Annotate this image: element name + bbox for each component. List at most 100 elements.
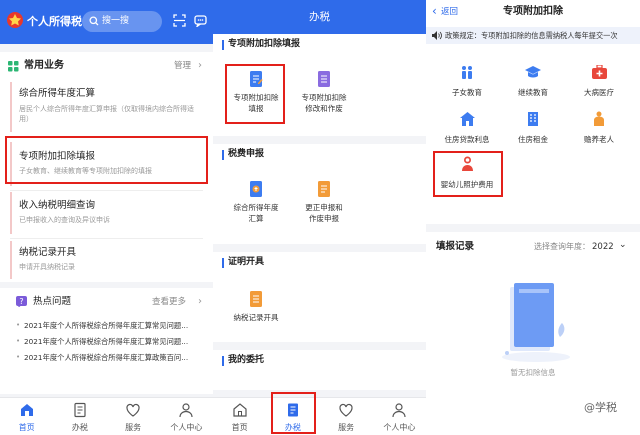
hot-question-item[interactable]: • 2021年度个人所得税综合所得年度汇算政策百问... [16,351,206,365]
grid-item-children-education[interactable]: 子女教育 [432,64,502,98]
heart-icon [126,403,140,417]
correct-filing-button[interactable]: 更正申报和 作废申报 [293,180,355,224]
tab-profile[interactable]: 个人中心 [373,398,426,435]
service-title: 综合所得年度汇算 [19,88,96,99]
elderly-icon [594,111,604,126]
highlight-box [271,392,316,434]
section-gap [426,224,640,232]
grid-label: 子女教育 [452,88,482,97]
building-icon [528,112,538,126]
hot-questions-title: 热点问题 [33,296,72,307]
service-desc: 居民个人综合所得年度汇算申报（仅取得境内综合所得适用） [19,105,194,123]
hot-question-text: 2021年度个人所得税综合所得年度汇算常见问题... [24,321,189,330]
tab-service[interactable]: 服务 [320,398,373,435]
tab-label: 办税 [71,423,88,432]
tab-profile[interactable]: 个人中心 [160,398,213,435]
annual-settlement-button[interactable]: 综合所得年度 汇算 [225,180,287,224]
scan-icon[interactable] [173,14,186,27]
home-header: 个人所得税 搜一搜 [0,0,213,44]
service-item[interactable]: 纳税记录开具 申请开具纳税记录 [10,241,205,279]
page-title: 专项附加扣除 [503,6,563,17]
tab-service[interactable]: 服务 [107,398,160,435]
bullet-icon: • [16,321,21,329]
grid-item-continuing-education[interactable]: 继续教育 [498,64,568,98]
tab-home[interactable]: 首页 [0,398,53,435]
empty-state-illustration [502,283,570,362]
hot-question-text: 2021年度个人所得税综合所得年度汇算常见问题... [24,337,189,346]
bullet-icon: • [16,353,21,361]
person-icon [392,403,406,418]
tab-label: 服务 [338,423,355,432]
hot-questions-card: ? 热点问题 查看更多 › • 2021年度个人所得税综合所得年度汇算常见问题.… [0,288,213,394]
tax-logo-icon [7,12,23,28]
hot-question-item[interactable]: • 2021年度个人所得税综合所得年度汇算常见问题... [16,335,206,349]
service-title: 纳税记录开具 [19,247,77,258]
medical-kit-icon [591,64,607,79]
tax-record-label: 纳税记录开具 [233,313,279,322]
search-box[interactable]: 搜一搜 [82,11,162,32]
divider [10,190,203,191]
hot-question-text: 2021年度个人所得税综合所得年度汇算政策百问... [24,353,189,362]
tax-header: 办税 [213,0,426,34]
deduction-modify-label: 专项附加扣除 修改和作废 [301,93,347,113]
bottom-tab-bar: 首页 办税 服务 个人中心 [213,397,426,435]
children-icon [462,66,472,79]
home-icon [20,404,33,416]
deduction-section: 专项附加扣除填报 专项附加扣除 填报 专项附加扣除 修改和作废 [213,34,426,136]
grid-item-housing-loan[interactable]: 住房贷款利息 [432,111,502,145]
manage-chevron-icon: › [198,60,202,71]
watermark-text: @学税 [584,401,617,414]
notice-text: 政策规定：专项附加扣除的信息需纳税人每年提交一次 [445,31,618,40]
deduction-modify-button[interactable]: 专项附加扣除 修改和作废 [293,70,355,114]
chevron-down-icon: ⌄ [619,240,627,250]
heart-icon [339,403,353,417]
hot-question-item[interactable]: • 2021年度个人所得税综合所得年度汇算常见问题... [16,319,206,333]
tab-home[interactable]: 首页 [213,398,266,435]
section-title: 专项附加扣除填报 [228,39,301,49]
grid-item-housing-rent[interactable]: 住房租金 [498,111,568,145]
app-title: 个人所得税 [27,15,82,28]
grid-item-elderly-support[interactable]: 赡养老人 [564,111,634,145]
tax-record-button[interactable]: 纳税记录开具 [225,290,287,323]
section-title: 税费申报 [228,149,265,159]
service-item[interactable]: 综合所得年度汇算 居民个人综合所得年度汇算申报（仅取得境内综合所得适用） [10,82,205,132]
section-header: 证明开具 [213,252,426,274]
grid-item-serious-illness[interactable]: 大病医疗 [564,64,634,98]
page-title: 办税 [309,11,330,23]
correct-filing-label: 更正申报和 作废申报 [305,203,343,223]
message-icon[interactable] [194,14,207,27]
home-icon [233,403,247,417]
view-more-chevron-icon: › [198,296,202,307]
tax-panel: 办税 专项附加扣除填报 专项附加扣除 填报 专项附加扣除 修改和作废 税费申报 … [213,0,426,435]
annual-settlement-label: 综合所得年度 汇算 [233,203,279,223]
records-title: 填报记录 [436,241,475,252]
highlight-box [433,151,503,197]
view-more-link[interactable]: 查看更多 [152,298,186,307]
tab-tax[interactable]: 办税 [53,398,106,435]
nav-bar: ‹ 返回 专项附加扣除 [426,0,640,26]
person-icon [179,403,193,418]
tab-label: 服务 [125,423,142,432]
highlight-box [225,64,285,124]
section-header: 税费申报 [213,144,426,166]
grid-label: 住房贷款利息 [444,135,490,144]
home-panel: 个人所得税 搜一搜 常用业务 管理 › 综合所得年度汇算 居民个人综合所得年度汇… [0,0,213,435]
svg-text:?: ? [19,297,23,306]
year-filter[interactable]: 选择查询年度： 2022 ⌄ [534,240,634,254]
notice-bar: 政策规定：专项附加扣除的信息需纳税人每年提交一次 [426,27,640,44]
common-business-title: 常用业务 [24,60,64,71]
manage-link[interactable]: 管理 [174,62,191,71]
grid-label: 继续教育 [518,88,548,97]
grid-label: 住房租金 [518,135,548,144]
service-item[interactable]: 收入纳税明细查询 已申报收入的查询及异议申诉 [10,192,205,234]
highlight-box [5,136,208,184]
question-icon: ? [16,296,27,307]
tax-filing-section: 税费申报 综合所得年度 汇算 更正申报和 作废申报 [213,144,426,244]
bottom-tab-bar: 首页 办税 服务 个人中心 [0,397,213,435]
speaker-icon [432,31,442,40]
empty-state-text: 暂无扣除信息 [510,368,556,377]
delegation-section: 我的委托 [213,350,426,390]
correct-form-icon [318,181,330,197]
settlement-icon [250,181,262,197]
year-filter-value: 2022 [592,242,614,252]
